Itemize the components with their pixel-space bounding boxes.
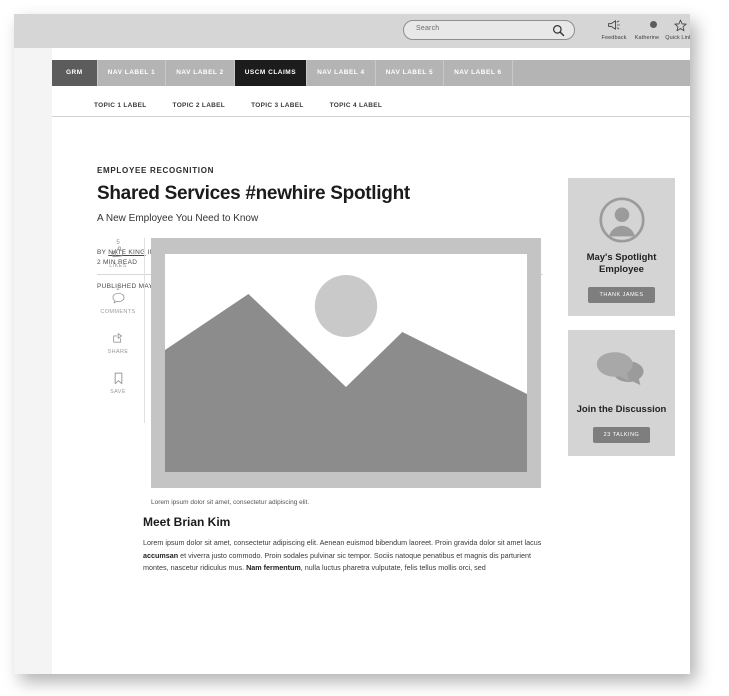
image-caption: Lorem ipsum dolor sit amet, consectetur …	[151, 499, 310, 506]
nav-tab-4[interactable]: NAV LABEL 4	[307, 60, 376, 86]
rail-item-share[interactable]: SHARE	[97, 332, 139, 355]
rail-label-save: SAVE	[110, 389, 126, 395]
utility-item-quick-links[interactable]: Quick Links	[660, 19, 690, 41]
mountain-illustration	[165, 275, 527, 472]
nav-tab-1[interactable]: NAV LABEL 1	[98, 60, 167, 86]
nav-tab-6[interactable]: NAV LABEL 6	[444, 60, 513, 86]
article-subhead: A New Employee You Need to Know	[97, 213, 259, 224]
thumbs-up-icon[interactable]	[97, 246, 139, 262]
article-kicker: EMPLOYEE RECOGNITION	[97, 166, 215, 175]
rail-divider	[144, 238, 145, 423]
topic-navigation: TOPIC 1 LABEL TOPIC 2 LABEL TOPIC 3 LABE…	[52, 95, 690, 117]
rail-item-likes[interactable]: 5 LIKES	[97, 240, 139, 269]
sidebar-card-discussion: Join the Discussion 23 TALKING	[568, 329, 675, 456]
right-sidebar: May's Spotlight Employee THANK JAMES Joi…	[568, 178, 675, 470]
body-text-bold-2: Nam fermentum	[246, 563, 301, 573]
browser-page-frame: Search Feedback Katherine Quick Lin GRM …	[14, 14, 690, 674]
utility-label: Quick Links	[665, 35, 690, 41]
topic-tab-1[interactable]: TOPIC 1 LABEL	[94, 102, 147, 109]
rail-label-comments: COMMENTS	[100, 309, 136, 315]
body-text-bold-1: accumsan	[143, 550, 179, 560]
body-paragraph: Lorem ipsum dolor sit amet, consectetur …	[143, 537, 543, 575]
comment-bubble-icon[interactable]	[97, 292, 139, 308]
hero-image-placeholder	[151, 238, 541, 488]
star-icon	[660, 19, 690, 34]
topic-tab-2[interactable]: TOPIC 2 LABEL	[173, 102, 226, 109]
rail-item-comments[interactable]: 2 COMMENTS	[97, 286, 139, 315]
rail-label-likes: LIKES	[109, 263, 127, 269]
topic-tab-4[interactable]: TOPIC 4 LABEL	[330, 102, 383, 109]
page-title: Shared Services #newhire Spotlight	[97, 183, 410, 204]
content-sheet: GRM NAV LABEL 1 NAV LABEL 2 USCM CLAIMS …	[52, 48, 690, 674]
nav-tab-5[interactable]: NAV LABEL 5	[376, 60, 445, 86]
article-action-rail: 5 LIKES 2 COMMENTS SHARE SAVE	[97, 240, 139, 412]
hero-image-canvas	[165, 254, 527, 472]
primary-navigation: GRM NAV LABEL 1 NAV LABEL 2 USCM CLAIMS …	[52, 60, 690, 86]
utility-bar: Search Feedback Katherine Quick Lin	[14, 14, 690, 48]
article-hero-figure: Lorem ipsum dolor sit amet, consectetur …	[151, 238, 541, 506]
bookmark-icon[interactable]	[97, 372, 139, 388]
sidebar-card-title: Join the Discussion	[576, 403, 667, 415]
search-box[interactable]: Search	[403, 20, 575, 40]
nav-tab-uscm-claims[interactable]: USCM CLAIMS	[234, 60, 308, 86]
sidebar-card-title: May's Spotlight Employee	[586, 252, 657, 275]
search-icon[interactable]	[552, 24, 565, 42]
rail-label-share: SHARE	[107, 349, 129, 355]
chat-bubbles-icon	[576, 344, 667, 400]
search-input[interactable]: Search	[416, 25, 439, 32]
rail-item-save[interactable]: SAVE	[97, 372, 139, 395]
nav-tab-grm[interactable]: GRM	[52, 60, 98, 86]
body-text-a: Lorem ipsum dolor sit amet, consectetur …	[143, 538, 542, 547]
article-body: Meet Brian Kim Lorem ipsum dolor sit ame…	[143, 515, 543, 575]
nav-tab-2[interactable]: NAV LABEL 2	[166, 60, 235, 86]
topic-tab-3[interactable]: TOPIC 3 LABEL	[251, 102, 304, 109]
sidebar-card-spotlight: May's Spotlight Employee THANK JAMES	[568, 178, 675, 316]
thank-james-button[interactable]: THANK JAMES	[588, 286, 655, 303]
talking-count-button[interactable]: 23 TALKING	[592, 426, 651, 443]
body-heading: Meet Brian Kim	[143, 515, 231, 529]
body-text-e: , nulla luctus pharetra vulputate, felis…	[300, 563, 486, 573]
share-icon[interactable]	[97, 332, 139, 348]
user-avatar-icon	[576, 192, 667, 248]
